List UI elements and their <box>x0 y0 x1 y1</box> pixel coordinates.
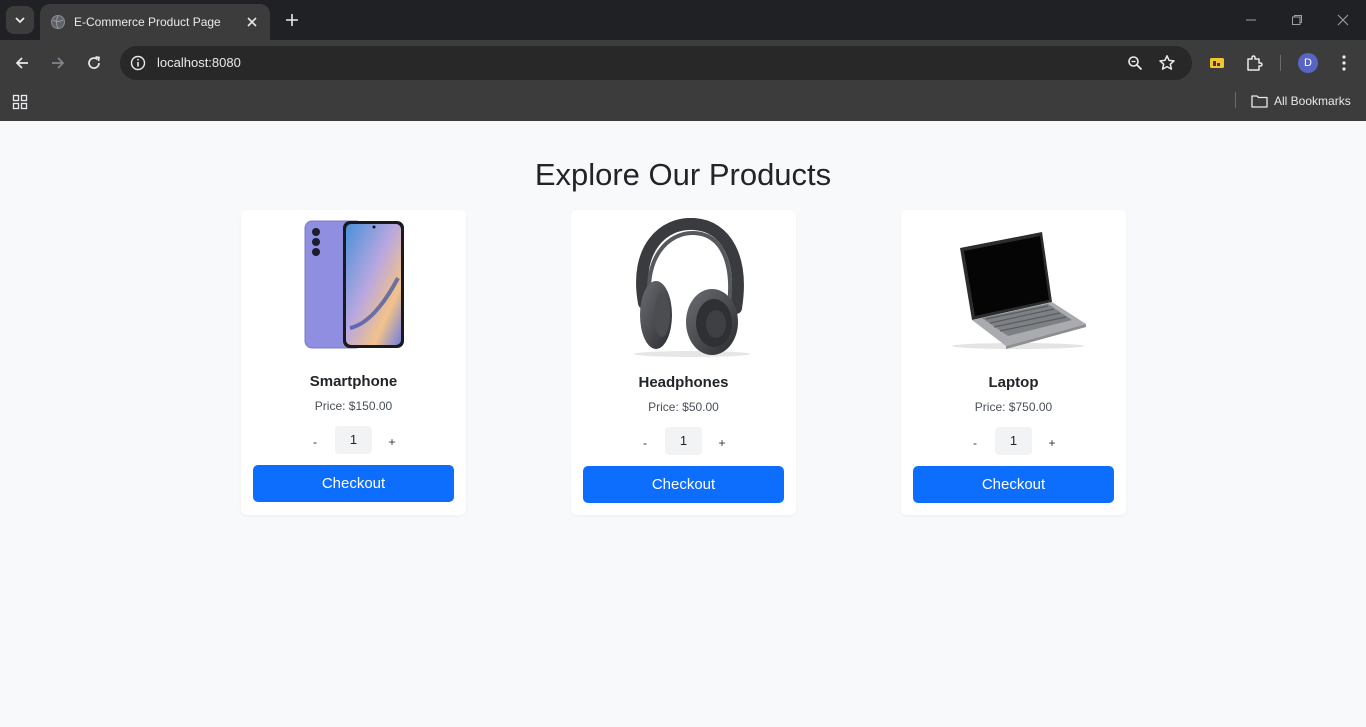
toolbar-divider <box>1280 55 1281 71</box>
decrease-quantity-button[interactable]: - <box>637 435 653 451</box>
new-tab-button[interactable] <box>280 8 304 32</box>
page-content: Explore Our Products Smartphone Price: $… <box>0 121 1366 727</box>
bookmarks-bar: All Bookmarks <box>0 86 1366 121</box>
product-card-smartphone: Smartphone Price: $150.00 - 1 + Checkout <box>241 210 466 515</box>
plus-icon <box>286 14 298 26</box>
product-card-headphones: Headphones Price: $50.00 - 1 + Checkout <box>571 210 796 515</box>
close-icon <box>1337 14 1349 26</box>
address-bar[interactable]: localhost:8080 <box>120 46 1192 80</box>
arrow-right-icon <box>52 57 65 69</box>
increase-quantity-button[interactable]: + <box>1044 435 1060 451</box>
extension-app-icon[interactable] <box>1206 52 1228 74</box>
browser-toolbar: localhost:8080 <box>0 40 1366 86</box>
reload-button[interactable] <box>82 51 106 75</box>
product-price: Price: $750.00 <box>974 400 1053 414</box>
smartphone-image <box>274 218 434 360</box>
product-price: Price: $50.00 <box>648 400 719 414</box>
site-info-icon[interactable] <box>128 53 148 73</box>
all-bookmarks-label: All Bookmarks <box>1274 94 1351 108</box>
restore-icon <box>1292 15 1302 25</box>
browser-tab[interactable]: E-Commerce Product Page <box>40 4 270 40</box>
bookmarks-divider <box>1235 92 1236 108</box>
extensions-puzzle-icon[interactable] <box>1243 52 1265 74</box>
arrow-left-icon <box>15 57 28 69</box>
product-name: Laptop <box>988 374 1039 391</box>
folder-icon <box>1251 95 1268 108</box>
page-title: Explore Our Products <box>534 157 832 192</box>
tab-title: E-Commerce Product Page <box>74 15 221 29</box>
chevron-down-icon <box>15 17 25 24</box>
bookmark-star-icon[interactable] <box>1157 53 1177 73</box>
forward-button[interactable] <box>46 51 70 75</box>
close-window-button[interactable] <box>1333 10 1353 30</box>
laptop-image <box>934 218 1094 360</box>
checkout-button[interactable]: Checkout <box>253 465 454 502</box>
menu-kebab-icon[interactable] <box>1333 52 1355 74</box>
product-price: Price: $150.00 <box>314 399 393 413</box>
checkout-button[interactable]: Checkout <box>913 466 1114 503</box>
tab-search-button[interactable] <box>6 6 34 34</box>
product-card-laptop: Laptop Price: $750.00 - 1 + Checkout <box>901 210 1126 515</box>
restore-window-button[interactable] <box>1287 10 1307 30</box>
decrease-quantity-button[interactable]: - <box>967 435 983 451</box>
increase-quantity-button[interactable]: + <box>714 435 730 451</box>
url-text[interactable]: localhost:8080 <box>157 55 241 70</box>
quantity-value: 1 <box>665 427 702 455</box>
increase-quantity-button[interactable]: + <box>384 434 400 450</box>
back-button[interactable] <box>10 51 34 75</box>
minimize-icon <box>1246 19 1256 21</box>
product-name: Headphones <box>638 374 729 391</box>
minimize-window-button[interactable] <box>1241 10 1261 30</box>
product-name: Smartphone <box>309 373 398 390</box>
checkout-button[interactable]: Checkout <box>583 466 784 503</box>
all-bookmarks-button[interactable]: All Bookmarks <box>1251 91 1351 111</box>
globe-icon <box>50 14 66 30</box>
browser-tab-bar: E-Commerce Product Page <box>0 0 1366 40</box>
quantity-value: 1 <box>335 426 372 454</box>
headphones-image <box>604 218 764 360</box>
decrease-quantity-button[interactable]: - <box>307 434 323 450</box>
quantity-value: 1 <box>995 427 1032 455</box>
zoom-icon[interactable] <box>1125 53 1145 73</box>
profile-avatar[interactable]: D <box>1298 53 1318 73</box>
apps-grid-icon[interactable] <box>10 92 30 112</box>
reload-icon <box>88 56 100 69</box>
close-tab-icon[interactable] <box>244 14 260 30</box>
